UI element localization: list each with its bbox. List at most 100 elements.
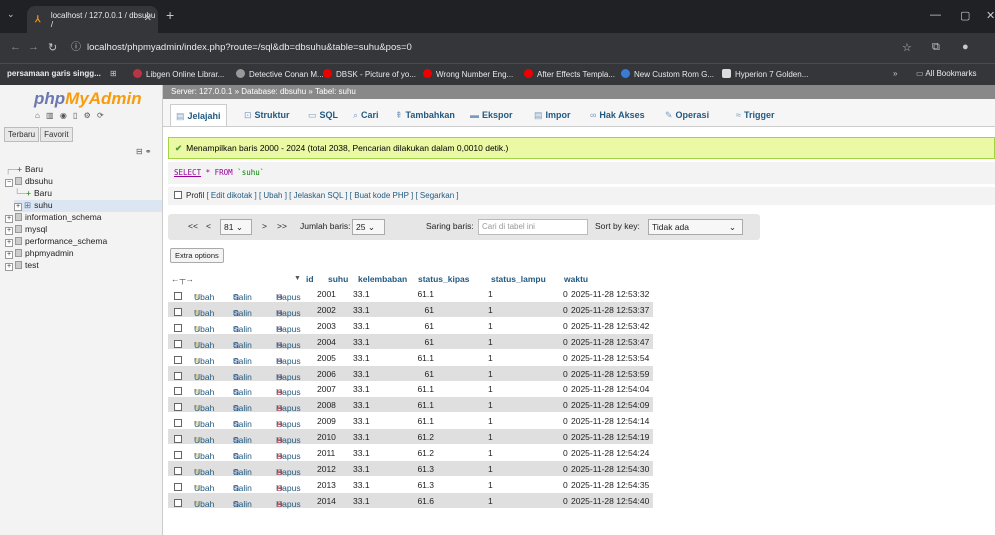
expand-toggle-icon[interactable]: +	[5, 215, 13, 223]
bookmark-item[interactable]: DBSK - Picture of yo...	[323, 69, 416, 79]
column-header[interactable]: kelembaban	[358, 274, 407, 284]
table-row[interactable]: ✎ Ubah ⧉ Salin ⊖ Hapus 2005 33.1 61.1 1 0 2025-1…	[168, 349, 653, 366]
table-row[interactable]: ✎ Ubah ⧉ Salin ⊖ Hapus 2006 33.1 61 1 0 2025-11-…	[168, 365, 653, 382]
table-row[interactable]: ✎ Ubah ⧉ Salin ⊖ Hapus 2009 33.1 61.1 1 0 2025-1…	[168, 413, 653, 429]
profile-checkbox[interactable]	[174, 191, 182, 199]
browser-tab[interactable]: ⅄ localhost / 127.0.0.1 / dbsuhu / ✕	[27, 6, 158, 33]
prev-page-button[interactable]: <	[206, 221, 211, 231]
tab-operations[interactable]: ✎ Operasi	[660, 104, 714, 126]
extensions-icon[interactable]: ⧉	[932, 41, 940, 54]
tab-triggers[interactable]: ≈ Trigger	[731, 104, 779, 126]
page-select[interactable]: 81 ⌄	[220, 219, 252, 235]
tree-item-mysql[interactable]: + mysql	[5, 224, 47, 236]
profile-avatar-icon[interactable]: ●	[962, 41, 969, 53]
tab-structure[interactable]: ⊡ Struktur	[239, 104, 295, 126]
site-info-icon[interactable]: ⓘ	[71, 37, 81, 59]
tree-item-test[interactable]: + test	[5, 260, 39, 272]
sidebar-quick-icons[interactable]: ⌂ ▥ ◉ ▯ ⚙ ⟳	[35, 111, 106, 120]
table-row[interactable]: ✎ Ubah ⧉ Salin ⊖ Hapus 2013 33.1 61.3 1 0 2025-1…	[168, 476, 653, 493]
tab-favorites[interactable]: Favorit	[40, 127, 73, 142]
expand-toggle-icon[interactable]: +	[5, 227, 13, 235]
sort-desc-icon[interactable]: ▼	[294, 275, 301, 282]
tab-sql[interactable]: ▭ SQL	[303, 104, 343, 126]
tree-item-new-table[interactable]: └─+ Baru	[14, 188, 52, 200]
table-row[interactable]: ✎ Ubah ⧉ Salin ⊖ Hapus 2014 33.1 61.6 1 0 2025-1…	[168, 492, 653, 509]
tree-item-performance-schema[interactable]: + performance_schema	[5, 236, 107, 248]
restore-icon[interactable]: ▢	[960, 9, 970, 22]
phpmyadmin-logo[interactable]: phpMyAdmin	[34, 89, 142, 109]
reload-icon[interactable]: ↻	[48, 41, 57, 54]
bookmark-item[interactable]: Detective Conan M...	[236, 69, 324, 79]
cell-status-kipas: 1	[488, 432, 493, 443]
expand-toggle-icon[interactable]: +	[14, 203, 22, 211]
forward-icon[interactable]: →	[28, 41, 39, 53]
sort-by-key-select[interactable]: Tidak ada ⌄	[648, 219, 743, 235]
bookmark-item[interactable]: Libgen Online Librar...	[133, 69, 224, 79]
minimize-icon[interactable]: —	[930, 9, 941, 21]
bookmark-item[interactable]: New Custom Rom G...	[621, 69, 714, 79]
tree-item-new[interactable]: ┌─+ Baru	[5, 164, 43, 176]
expand-toggle-icon[interactable]: +	[5, 251, 13, 259]
table-row[interactable]: ✎ Ubah ⧉ Salin ⊖ Hapus 2010 33.1 61.2 1 0 2025-1…	[168, 429, 653, 445]
collapse-toggle-icon[interactable]: −	[5, 179, 13, 187]
breadcrumb[interactable]: Server: 127.0.0.1 » Database: dbsuhu » T…	[163, 85, 995, 99]
tab-insert[interactable]: ⇞ Tambahkan	[390, 104, 460, 126]
new-tab-icon[interactable]: +	[166, 7, 174, 23]
column-header[interactable]: waktu	[564, 274, 588, 284]
column-header[interactable]: status_kipas	[418, 274, 470, 284]
collapse-link-icons[interactable]: ⊟ ⚭	[136, 147, 152, 156]
filter-rows-input[interactable]: Cari di tabel ini	[478, 219, 588, 235]
column-header[interactable]: suhu	[328, 274, 348, 284]
tab-privileges[interactable]: ∞ Hak Akses	[585, 104, 650, 126]
rows-per-page-select[interactable]: 25 ⌄	[352, 219, 385, 235]
expand-toggle-icon[interactable]: +	[5, 239, 13, 247]
all-bookmarks[interactable]: ▭ All Bookmarks	[916, 69, 976, 78]
cell-suhu: 33.1	[353, 495, 370, 506]
tree-item-suhu[interactable]: + ⊞ suhu	[14, 200, 162, 212]
next-page-button[interactable]: >	[262, 221, 267, 231]
bookmark-item[interactable]: Hyperion 7 Golden...	[722, 69, 808, 79]
last-page-button[interactable]: >>	[277, 221, 287, 231]
url-field[interactable]: ⓘ localhost/phpmyadmin/index.php?route=/…	[67, 37, 867, 59]
bookmark-star-icon[interactable]: ☆	[902, 41, 912, 54]
tab-recent[interactable]: Terbaru	[4, 127, 40, 142]
query-actions-links[interactable]: [ Edit dikotak ] [ Ubah ] [ Jelaskan SQL…	[206, 191, 458, 200]
expand-toggle-icon[interactable]: +	[5, 263, 13, 271]
table-row[interactable]: ✎ Ubah ⧉ Salin ⊖ Hapus 2007 33.1 61.1 1 0 2025-1…	[168, 381, 653, 397]
tree-item-dbsuhu[interactable]: − dbsuhu	[5, 176, 53, 188]
tab-browse[interactable]: ▤ Jelajahi	[170, 104, 227, 126]
table-row[interactable]: ✎ Ubah ⧉ Salin ⊖ Hapus 2011 33.1 61.2 1 0 2025-1…	[168, 445, 653, 461]
more-bookmarks-icon[interactable]: »	[893, 69, 897, 78]
bookmark-item[interactable]: Wrong Number Eng...	[423, 69, 513, 79]
column-header[interactable]: id	[306, 274, 314, 284]
sql-query-box[interactable]: SELECT * FROM `suhu`	[168, 162, 995, 184]
tree-item-information-schema[interactable]: + information_schema	[5, 212, 102, 224]
tab-import[interactable]: ▤ Impor	[529, 104, 576, 126]
table-row[interactable]: ✎ Ubah ⧉ Salin ⊖ Hapus 2001 33.1 61.1 1 0 2025-1…	[168, 286, 653, 302]
extra-options-button[interactable]: Extra options	[170, 248, 224, 263]
table-row[interactable]: ✎ Ubah ⧉ Salin ⊖ Hapus 2002 33.1 61 1 0 2025-11-…	[168, 301, 653, 318]
back-icon[interactable]: ←	[10, 41, 21, 53]
cell-kelembaban: 61.1	[417, 384, 434, 395]
column-arrows-icon[interactable]: ←┬→	[171, 274, 194, 284]
apps-grid-icon[interactable]: ⊞	[110, 69, 117, 78]
close-tab-icon[interactable]: ✕	[144, 13, 152, 24]
close-window-icon[interactable]: ✕	[986, 9, 995, 22]
browser-tab-bar: ⌄ ⅄ localhost / 127.0.0.1 / dbsuhu / ✕ +…	[0, 0, 995, 33]
bookmark-item[interactable]: persamaan garis singg...	[7, 69, 101, 78]
column-header[interactable]: status_lampu	[491, 274, 546, 284]
table-row[interactable]: ✎ Ubah ⧉ Salin ⊖ Hapus 2003 33.1 61 1 0 2025-11-…	[168, 317, 653, 334]
table-row[interactable]: ✎ Ubah ⧉ Salin ⊖ Hapus 2008 33.1 61.1 1 0 2025-1…	[168, 397, 653, 413]
cell-waktu: 2025-11-28 12:53:32	[571, 289, 650, 299]
cell-status-kipas: 1	[488, 320, 493, 331]
first-page-button[interactable]: <<	[188, 221, 198, 231]
tab-menu-icon[interactable]: ⌄	[7, 9, 21, 23]
tab-search[interactable]: ⌕ Cari	[348, 104, 384, 126]
tree-item-phpmyadmin[interactable]: + phpmyadmin	[5, 248, 74, 260]
cell-status-kipas: 1	[488, 352, 493, 363]
table-row[interactable]: ✎ Ubah ⧉ Salin ⊖ Hapus 2004 33.1 61 1 0 2025-11-…	[168, 333, 653, 350]
tab-export[interactable]: ▬ Ekspor	[465, 104, 518, 126]
bookmark-item[interactable]: After Effects Templa...	[524, 69, 615, 79]
cell-suhu: 33.1	[353, 368, 370, 379]
table-row[interactable]: ✎ Ubah ⧉ Salin ⊖ Hapus 2012 33.1 61.3 1 0 2025-1…	[168, 460, 653, 477]
